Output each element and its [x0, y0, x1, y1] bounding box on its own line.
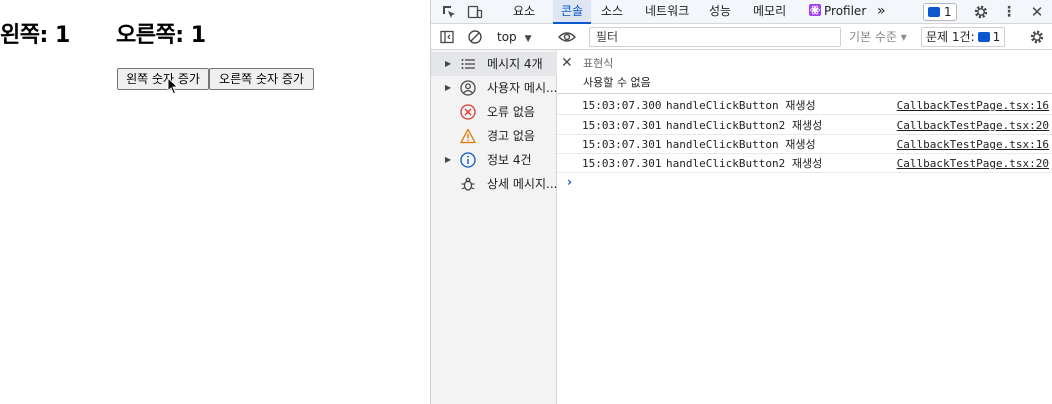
console-settings-gear-icon[interactable]	[1027, 27, 1047, 47]
right-counter-value: 1	[190, 23, 206, 48]
inspect-element-icon[interactable]	[439, 2, 459, 22]
chat-icon	[928, 7, 940, 17]
log-level-dropdown[interactable]: 기본 수준 ▾	[849, 28, 907, 46]
sidebar-item-label: 오류 없음	[487, 105, 535, 119]
log-message: handleClickButton 재생성	[666, 99, 816, 112]
issues-button[interactable]: 문제 1건: 1	[921, 27, 1006, 47]
sidebar-toggle-icon[interactable]	[437, 27, 457, 47]
log-row: 15:03:07.300 handleClickButton 재생성 Callb…	[557, 96, 1052, 115]
tab-network[interactable]: 네트워크	[641, 0, 693, 24]
live-expression-name: 표현식	[583, 57, 614, 70]
sidebar-item-label: 사용자 메시...	[487, 81, 557, 95]
sidebar-item-warnings[interactable]: 경고 없음	[431, 124, 557, 148]
clear-console-icon[interactable]	[465, 27, 485, 47]
gear-icon[interactable]	[971, 2, 991, 22]
console-prompt[interactable]: ›	[567, 175, 572, 189]
error-icon	[460, 104, 476, 120]
devtools-tabbar: 요소 콘솔 소스 네트워크 성능 메모리 Profiler » 1 ⋮ ✕	[431, 0, 1052, 24]
context-selector[interactable]: top ▼	[497, 28, 532, 48]
issues-badge[interactable]: 1	[923, 3, 957, 21]
live-expression-value: 사용할 수 없음	[583, 76, 651, 89]
log-timestamp: 15:03:07.301	[582, 119, 662, 132]
left-counter-value: 1	[54, 23, 70, 48]
issues-button-label: 문제 1건:	[926, 30, 975, 44]
increase-left-button[interactable]: 왼쪽 숫자 증가	[117, 68, 209, 90]
log-source-link[interactable]: CallbackTestPage.tsx:16	[897, 135, 1049, 154]
log-row: 15:03:07.301 handleClickButton 재생성 Callb…	[557, 135, 1052, 154]
sidebar-item-label: 정보 4건	[487, 153, 532, 167]
tab-profiler-label: Profiler	[824, 4, 867, 18]
tab-elements[interactable]: 요소	[509, 0, 539, 24]
log-timestamp: 15:03:07.301	[582, 157, 662, 170]
react-icon	[809, 4, 821, 16]
app-page: 왼쪽: 1 오른쪽: 1 왼쪽 숫자 증가 오른쪽 숫자 증가	[0, 0, 430, 404]
expand-arrow-icon: ▶	[445, 155, 452, 164]
tab-memory[interactable]: 메모리	[749, 0, 790, 24]
user-icon	[460, 80, 476, 96]
device-toolbar-icon[interactable]	[465, 2, 485, 22]
sidebar-item-label: 경고 없음	[487, 129, 535, 143]
tab-sources[interactable]: 소스	[597, 0, 627, 24]
warning-icon	[460, 128, 476, 144]
caret-down-icon: ▼	[524, 34, 532, 44]
bug-icon	[461, 177, 475, 191]
kebab-menu-icon[interactable]: ⋮	[999, 2, 1019, 22]
sidebar-item-label: 메시지 4개	[487, 57, 543, 71]
increase-right-button[interactable]: 오른쪽 숫자 증가	[209, 68, 314, 90]
right-counter: 오른쪽: 1	[116, 17, 206, 49]
chat-icon	[977, 32, 990, 42]
eye-icon[interactable]	[557, 27, 577, 47]
left-counter-label: 왼쪽:	[0, 23, 48, 48]
live-expression: ✕ 표현식 사용할 수 없음	[557, 50, 1052, 94]
log-message: handleClickButton2 재생성	[666, 157, 823, 170]
issues-badge-count: 1	[944, 5, 952, 19]
expand-arrow-icon: ▶	[445, 83, 452, 92]
log-source-link[interactable]: CallbackTestPage.tsx:16	[897, 96, 1049, 115]
console-output: ✕ 표현식 사용할 수 없음 15:03:07.300 handleClickB…	[557, 50, 1052, 404]
context-selector-value: top	[497, 30, 517, 44]
sidebar-item-label: 상세 메시지...	[487, 177, 557, 191]
mouse-cursor-icon	[167, 77, 179, 95]
console-sidebar: ▶ 메시지 4개 ▶ 사용자 메시... 오류 없음 경고 없음 ▶ 정보 4건…	[431, 50, 557, 404]
filter-input[interactable]	[589, 27, 841, 47]
log-timestamp: 15:03:07.300	[582, 99, 662, 112]
log-timestamp: 15:03:07.301	[582, 138, 662, 151]
log-message: handleClickButton 재생성	[666, 138, 816, 151]
tab-console[interactable]: 콘솔	[553, 0, 591, 24]
console-toolbar: top ▼ 기본 수준 ▾ 문제 1건: 1	[431, 24, 1052, 50]
more-tabs-icon[interactable]: »	[873, 0, 890, 24]
right-counter-label: 오른쪽:	[116, 23, 184, 48]
left-counter: 왼쪽: 1	[0, 17, 70, 49]
log-row: 15:03:07.301 handleClickButton2 재생성 Call…	[557, 116, 1052, 135]
issues-button-count: 1	[992, 30, 1001, 44]
tab-performance[interactable]: 성능	[705, 0, 735, 24]
log-source-link[interactable]: CallbackTestPage.tsx:20	[897, 154, 1049, 173]
sidebar-item-messages[interactable]: ▶ 메시지 4개	[431, 52, 557, 76]
list-icon	[461, 59, 475, 69]
remove-expression-close-icon[interactable]: ✕	[561, 55, 573, 71]
devtools-panel: 요소 콘솔 소스 네트워크 성능 메모리 Profiler » 1 ⋮ ✕ to…	[430, 0, 1052, 404]
sidebar-item-verbose[interactable]: 상세 메시지...	[431, 172, 557, 196]
log-row: 15:03:07.301 handleClickButton2 재생성 Call…	[557, 154, 1052, 173]
expand-arrow-icon: ▶	[445, 59, 452, 68]
log-message: handleClickButton2 재생성	[666, 119, 823, 132]
log-source-link[interactable]: CallbackTestPage.tsx:20	[897, 116, 1049, 135]
sidebar-item-user-messages[interactable]: ▶ 사용자 메시...	[431, 76, 557, 100]
tab-profiler[interactable]: Profiler	[807, 0, 870, 24]
close-icon[interactable]: ✕	[1027, 2, 1047, 22]
sidebar-item-errors[interactable]: 오류 없음	[431, 100, 557, 124]
info-icon	[460, 152, 476, 168]
sidebar-item-info[interactable]: ▶ 정보 4건	[431, 148, 557, 172]
